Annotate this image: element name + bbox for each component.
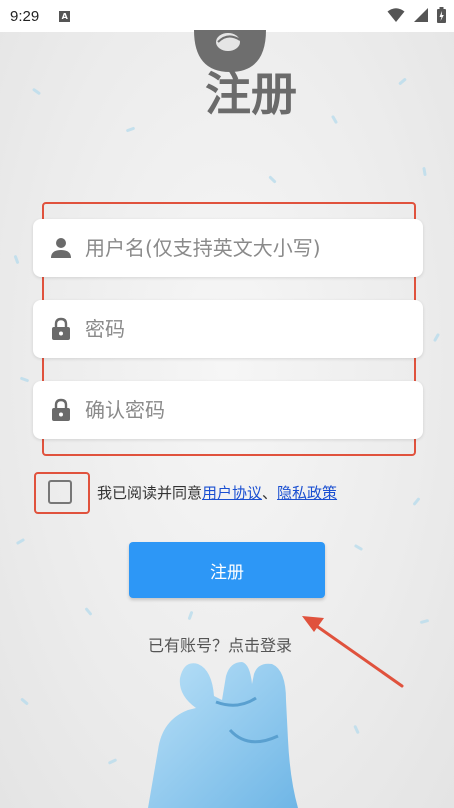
username-field[interactable]: 用户名(仅支持英文大小写) (33, 219, 423, 277)
password-placeholder: 密码 (85, 317, 125, 341)
wifi-icon (387, 8, 405, 22)
agreement-text: 我已阅读并同意用户协议、隐私政策 (97, 482, 337, 503)
notification-icon: A (59, 10, 71, 22)
register-button[interactable]: 注册 (129, 542, 325, 598)
status-icons (387, 7, 446, 23)
annotation-arrow (302, 616, 404, 688)
confirm-password-field[interactable]: 确认密码 (33, 381, 423, 439)
user-icon (51, 238, 71, 258)
password-field[interactable]: 密码 (33, 300, 423, 358)
lock-icon (52, 398, 70, 421)
signal-icon (414, 8, 428, 22)
user-agreement-link[interactable]: 用户协议 (202, 484, 262, 502)
login-link[interactable]: 已有账号？点击登录 (148, 632, 292, 656)
agreement-checkbox[interactable] (48, 480, 72, 504)
agreement-separator: 、 (262, 484, 278, 502)
battery-icon (437, 7, 446, 23)
logo-text: 注册 (205, 67, 297, 121)
confirm-password-placeholder: 确认密码 (85, 398, 165, 422)
status-time: 9:29 (10, 7, 40, 25)
username-placeholder: 用户名(仅支持英文大小写) (85, 236, 321, 260)
privacy-policy-link[interactable]: 隐私政策 (277, 484, 337, 502)
agreement-prefix: 我已阅读并同意 (97, 484, 203, 502)
lock-icon (52, 317, 70, 340)
